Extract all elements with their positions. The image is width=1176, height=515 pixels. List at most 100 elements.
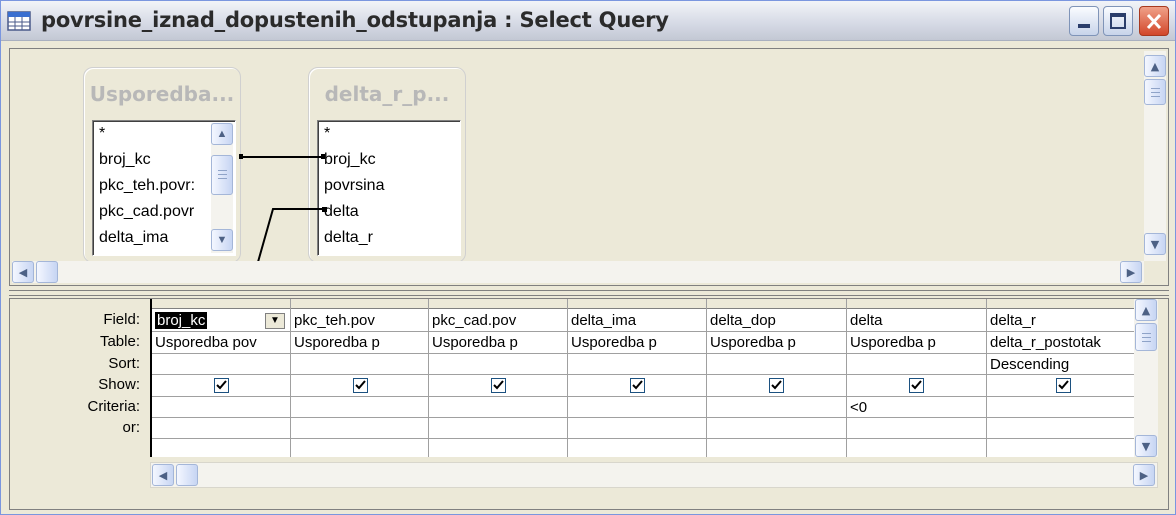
field-cell[interactable]: delta_ima bbox=[568, 310, 705, 332]
chevron-right-icon: ▶ bbox=[1139, 468, 1149, 482]
field-cell[interactable]: pkc_teh.pov bbox=[291, 310, 428, 332]
pane-splitter[interactable] bbox=[9, 290, 1169, 296]
or-cell[interactable] bbox=[291, 418, 428, 440]
field-cell[interactable]: pkc_cad.pov bbox=[429, 310, 566, 332]
criteria-cell[interactable] bbox=[152, 397, 289, 419]
sort-cell[interactable] bbox=[847, 354, 985, 376]
chevron-up-icon: ▲ bbox=[1141, 303, 1151, 317]
or-cell[interactable] bbox=[152, 418, 289, 440]
criteria-cell[interactable] bbox=[568, 397, 705, 419]
criteria-cell[interactable]: <0 bbox=[847, 397, 985, 419]
table-cell[interactable]: Usporedba p bbox=[847, 332, 985, 354]
sort-cell[interactable] bbox=[429, 354, 566, 376]
title-bar[interactable]: povrsine_iznad_dopustenih_odstupanja : S… bbox=[1, 1, 1175, 41]
scroll-left-button[interactable]: ◀ bbox=[152, 464, 174, 486]
checkmark-icon bbox=[355, 380, 366, 390]
query-design-grid[interactable]: broj_kc ▼ Usporedba pov pkc_teh.pov Uspo… bbox=[150, 299, 1158, 457]
field-item[interactable]: delta_ima bbox=[99, 225, 168, 251]
show-checkbox[interactable] bbox=[353, 378, 368, 393]
minimize-button[interactable] bbox=[1069, 6, 1099, 36]
row-label-table: Table: bbox=[99, 333, 140, 350]
sort-cell[interactable] bbox=[707, 354, 845, 376]
field-list[interactable]: * broj_kc povrsina delta delta_r bbox=[317, 120, 461, 256]
field-cell[interactable]: delta_dop bbox=[707, 310, 845, 332]
grid-horizontal-scrollbar[interactable]: ◀ ▶ bbox=[150, 462, 1158, 488]
scroll-up-button[interactable]: ▲ bbox=[1135, 299, 1157, 321]
show-checkbox[interactable] bbox=[769, 378, 784, 393]
table-cell[interactable]: Usporedba p bbox=[568, 332, 705, 354]
pane-vertical-scrollbar[interactable]: ▲ ▼ bbox=[1144, 51, 1166, 261]
scroll-up-button[interactable]: ▲ bbox=[211, 123, 233, 145]
query-design-window: povrsine_iznad_dopustenih_odstupanja : S… bbox=[0, 0, 1176, 515]
or-cell[interactable] bbox=[429, 418, 566, 440]
table-cell[interactable]: Usporedba p bbox=[707, 332, 845, 354]
maximize-icon bbox=[1110, 13, 1126, 29]
field-list-title[interactable]: delta_r_p... bbox=[309, 82, 465, 106]
table-cell[interactable]: Usporedba pov bbox=[152, 332, 289, 354]
field-value[interactable]: broj_kc bbox=[155, 312, 208, 329]
table-pane[interactable]: Usporedba... * broj_kc pkc_teh.povr: pkc… bbox=[9, 48, 1169, 286]
scroll-right-button[interactable]: ▶ bbox=[1120, 261, 1142, 283]
scroll-down-button[interactable]: ▼ bbox=[1135, 435, 1157, 457]
show-checkbox[interactable] bbox=[909, 378, 924, 393]
column-selector-bar[interactable] bbox=[152, 299, 1158, 309]
table-cell[interactable]: Usporedba p bbox=[291, 332, 428, 354]
sort-cell[interactable]: Descending bbox=[987, 354, 1133, 376]
maximize-button[interactable] bbox=[1103, 6, 1133, 36]
grid-vertical-scrollbar[interactable]: ▲ ▼ bbox=[1134, 299, 1158, 457]
field-item[interactable]: povrsina bbox=[324, 173, 384, 199]
scroll-right-button[interactable]: ▶ bbox=[1133, 464, 1155, 486]
close-button[interactable] bbox=[1139, 6, 1169, 36]
chevron-up-icon: ▲ bbox=[1150, 59, 1160, 73]
field-item[interactable]: * bbox=[324, 121, 330, 147]
chevron-right-icon: ▶ bbox=[1126, 265, 1136, 279]
field-list-delta-r[interactable]: delta_r_p... * broj_kc povrsina delta de… bbox=[308, 67, 466, 263]
show-checkbox[interactable] bbox=[1056, 378, 1071, 393]
field-item[interactable]: pkc_cad.povr bbox=[99, 199, 194, 225]
field-item[interactable]: * bbox=[99, 121, 105, 147]
scroll-down-button[interactable]: ▼ bbox=[1144, 233, 1166, 255]
table-cell[interactable]: delta_r_postotak bbox=[987, 332, 1133, 354]
scroll-thumb[interactable] bbox=[1135, 323, 1157, 351]
show-checkbox[interactable] bbox=[491, 378, 506, 393]
show-checkbox[interactable] bbox=[214, 378, 229, 393]
scroll-up-button[interactable]: ▲ bbox=[1144, 55, 1166, 77]
criteria-cell[interactable] bbox=[429, 397, 566, 419]
scroll-down-button[interactable]: ▼ bbox=[211, 229, 233, 251]
or-cell[interactable] bbox=[707, 418, 845, 440]
checkmark-icon bbox=[493, 380, 504, 390]
field-list-scrollbar[interactable]: ▲ ▼ bbox=[211, 123, 233, 253]
pane-horizontal-scrollbar[interactable]: ◀ ▶ bbox=[12, 261, 1144, 283]
field-list-title[interactable]: Usporedba... bbox=[84, 82, 240, 106]
or-cell[interactable] bbox=[568, 418, 705, 440]
field-list-usporedba[interactable]: Usporedba... * broj_kc pkc_teh.povr: pkc… bbox=[83, 67, 241, 263]
table-cell[interactable]: Usporedba p bbox=[429, 332, 566, 354]
sort-cell[interactable] bbox=[568, 354, 705, 376]
sort-cell[interactable] bbox=[152, 354, 289, 376]
field-list[interactable]: * broj_kc pkc_teh.povr: pkc_cad.povr del… bbox=[92, 120, 236, 256]
scroll-thumb[interactable] bbox=[211, 155, 233, 195]
field-cell[interactable]: delta bbox=[847, 310, 985, 332]
field-item[interactable]: delta_r bbox=[324, 225, 373, 251]
window-title: povrsine_iznad_dopustenih_odstupanja : S… bbox=[41, 8, 669, 32]
show-checkbox[interactable] bbox=[630, 378, 645, 393]
field-dropdown-button[interactable]: ▼ bbox=[265, 313, 285, 329]
field-item[interactable]: broj_kc bbox=[324, 147, 376, 173]
criteria-cell[interactable] bbox=[707, 397, 845, 419]
field-cell[interactable]: delta_r bbox=[987, 310, 1133, 332]
chevron-down-icon: ▼ bbox=[1141, 439, 1151, 453]
criteria-cell[interactable] bbox=[987, 397, 1133, 419]
scroll-thumb[interactable] bbox=[1144, 79, 1166, 105]
field-cell[interactable]: broj_kc ▼ bbox=[152, 310, 289, 332]
field-item[interactable]: broj_kc bbox=[99, 147, 151, 173]
design-grid-pane[interactable]: Field: Table: Sort: Show: Criteria: or: bbox=[9, 298, 1169, 510]
field-item[interactable]: pkc_teh.povr: bbox=[99, 173, 195, 199]
scroll-left-button[interactable]: ◀ bbox=[12, 261, 34, 283]
or-cell[interactable] bbox=[847, 418, 985, 440]
row-label-sort: Sort: bbox=[108, 355, 140, 372]
or-cell[interactable] bbox=[987, 418, 1133, 440]
scroll-thumb[interactable] bbox=[176, 464, 198, 486]
scroll-thumb[interactable] bbox=[36, 261, 58, 283]
sort-cell[interactable] bbox=[291, 354, 428, 376]
criteria-cell[interactable] bbox=[291, 397, 428, 419]
